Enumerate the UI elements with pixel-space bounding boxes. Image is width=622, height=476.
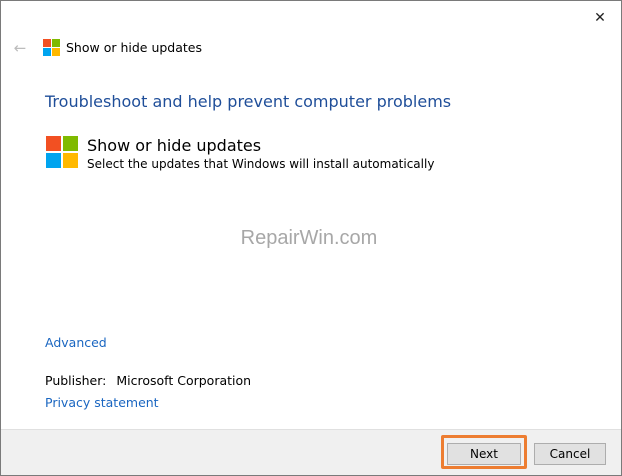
privacy-statement-link[interactable]: Privacy statement (45, 395, 159, 410)
publisher-info: Publisher: Microsoft Corporation (45, 373, 251, 388)
close-icon: ✕ (594, 10, 606, 26)
back-button[interactable]: ← (11, 39, 29, 57)
troubleshooter-package: Show or hide updates Select the updates … (46, 136, 434, 172)
package-description: Select the updates that Windows will ins… (87, 157, 435, 171)
back-arrow-icon: ← (13, 39, 27, 57)
window-title: Show or hide updates (66, 40, 203, 55)
cancel-button[interactable]: Cancel (534, 443, 606, 465)
next-button[interactable]: Next (447, 443, 521, 465)
publisher-label: Publisher: (45, 373, 107, 388)
close-button[interactable]: ✕ (589, 7, 611, 29)
troubleshooter-window: ✕ ← Show or hide updates Troubleshoot an… (0, 0, 622, 476)
package-text: Show or hide updates Select the updates … (87, 136, 434, 172)
window-title-bar: Show or hide updates (43, 39, 202, 56)
page-heading: Troubleshoot and help prevent computer p… (45, 92, 452, 111)
publisher-value: Microsoft Corporation (116, 373, 252, 388)
watermark: RepairWin.com (240, 227, 378, 249)
windows-logo-icon (43, 39, 60, 56)
footer-bar: Next Cancel (1, 429, 621, 475)
advanced-link[interactable]: Advanced (45, 335, 107, 350)
windows-logo-icon (46, 136, 78, 168)
package-name: Show or hide updates (87, 136, 262, 155)
